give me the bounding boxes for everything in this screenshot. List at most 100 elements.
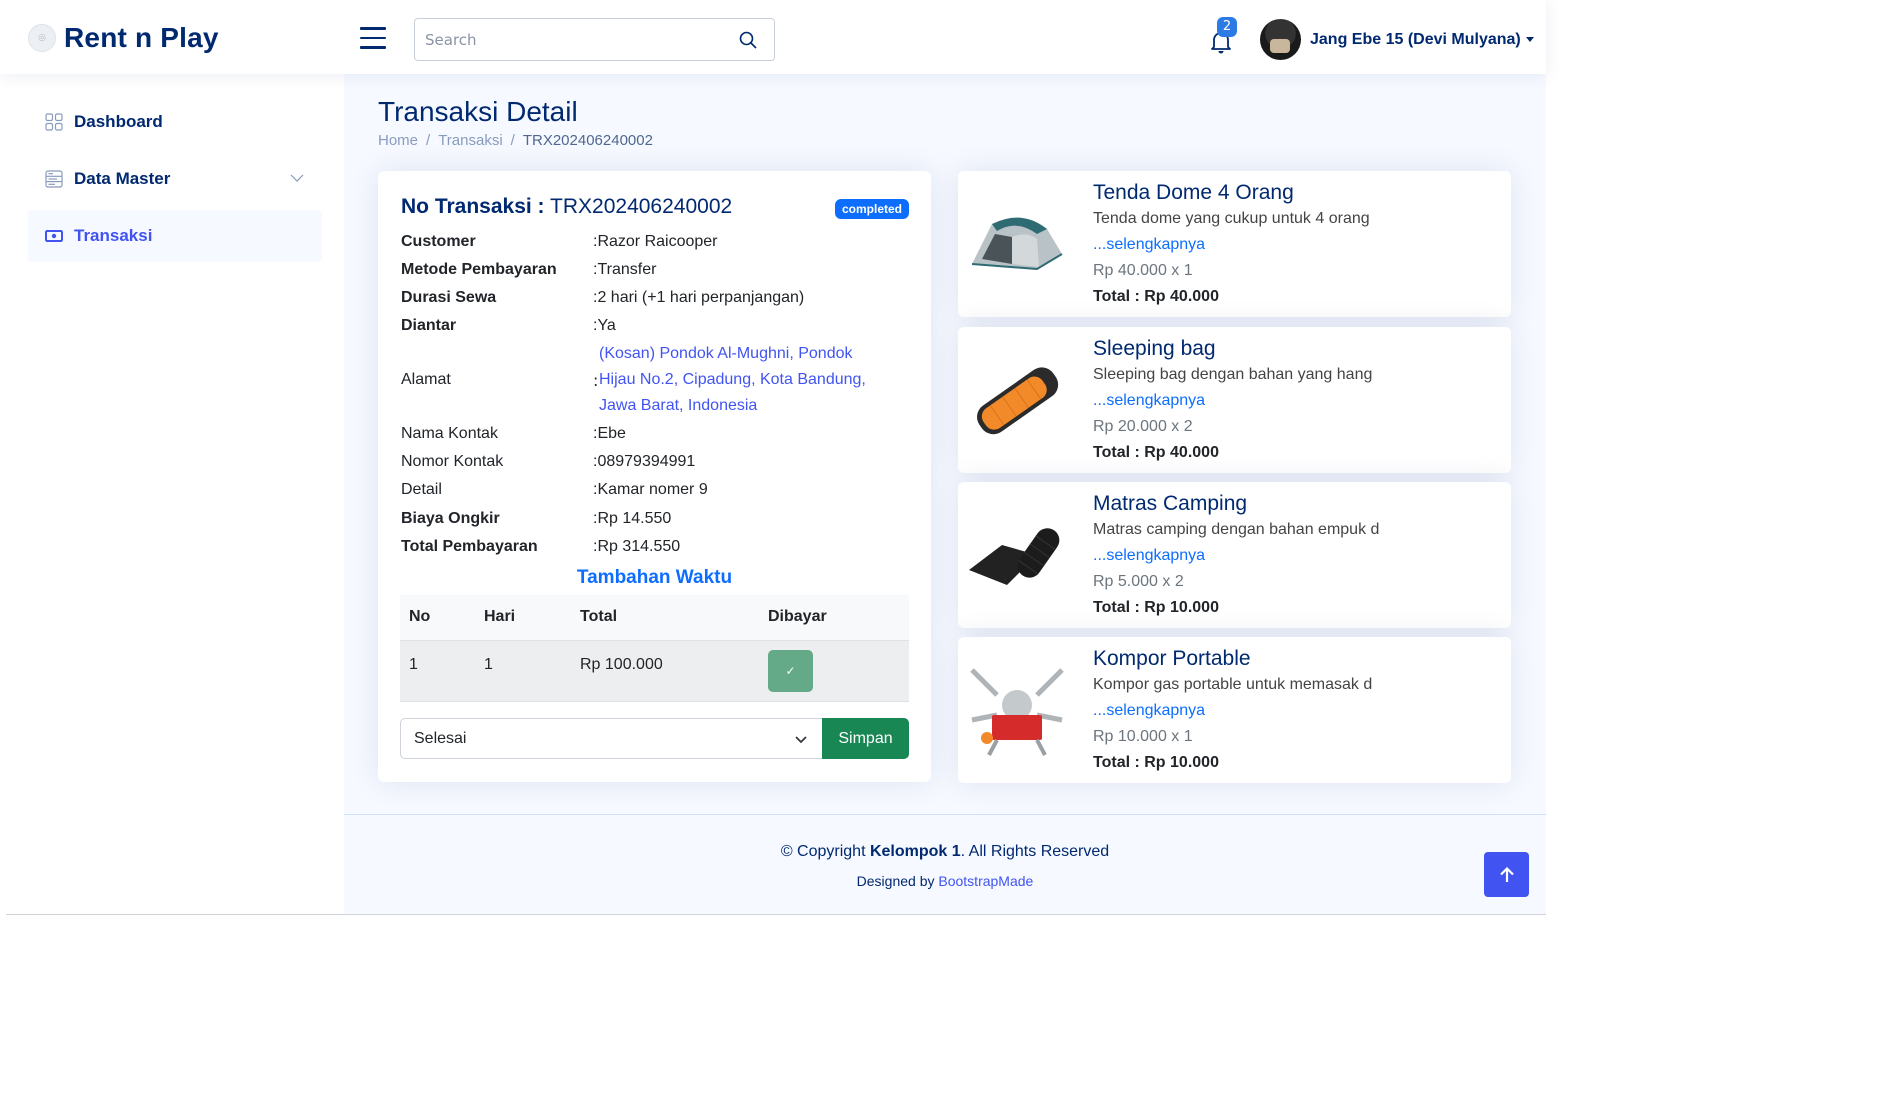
item-description: Matras camping dengan bahan empuk d — [1093, 521, 1380, 538]
transaction-number-value: TRX202406240002 — [550, 195, 733, 218]
item-price: Rp 20.000 x 2 — [1093, 418, 1193, 435]
column-header: Total — [571, 595, 759, 641]
sidebar-item-label: Transaksi — [74, 226, 153, 245]
sidebar: Dashboard Data Master Transaksi — [6, 74, 344, 914]
sidebar-item-transaksi[interactable]: Transaksi — [28, 210, 322, 262]
copyright-owner: Kelompok 1 — [869, 843, 961, 860]
hamburger-menu-icon[interactable] — [360, 27, 386, 49]
search-icon[interactable] — [738, 30, 758, 50]
item-card: Tenda Dome 4 Orang Tenda dome yang cukup… — [958, 171, 1511, 317]
field-label: Detail — [401, 481, 442, 498]
item-total: Total : Rp 10.000 — [1093, 754, 1219, 771]
breadcrumb: Home / Transaksi / TRX202406240002 — [378, 132, 653, 149]
chevron-down-icon — [795, 736, 807, 744]
check-icon: ✓ — [785, 663, 796, 678]
table-row: 1 1 Rp 100.000 ✓ — [400, 640, 909, 702]
status-select-value: Selesai — [414, 729, 467, 747]
read-more-link[interactable]: ...selengkapnya — [1093, 236, 1205, 254]
field-label: Diantar — [401, 317, 457, 334]
back-to-top-button[interactable] — [1484, 852, 1529, 897]
item-card: Sleeping bag Sleeping bag dengan bahan y… — [958, 327, 1511, 473]
app-title: Rent n Play — [64, 22, 219, 53]
read-more-link[interactable]: ...selengkapnya — [1093, 392, 1205, 410]
item-description: Kompor gas portable untuk memasak d — [1093, 676, 1373, 693]
transaction-number-label: No Transaksi : — [401, 195, 545, 218]
field-label: Metode Pembayaran — [401, 261, 557, 278]
avatar — [1260, 19, 1301, 60]
bootstrapmade-link[interactable]: BootstrapMade — [938, 873, 1033, 889]
item-name: Matras Camping — [1093, 492, 1248, 515]
item-name: Sleeping bag — [1093, 337, 1216, 360]
field-value: :Rp 14.550 — [593, 510, 672, 527]
field-value: :08979394991 — [593, 453, 696, 470]
read-more-link[interactable]: ...selengkapnya — [1093, 702, 1205, 720]
item-card: Kompor Portable Kompor gas portable untu… — [958, 637, 1511, 783]
field-value: :Kamar nomer 9 — [593, 481, 708, 498]
item-total: Total : Rp 40.000 — [1093, 288, 1219, 305]
item-card: Matras Camping Matras camping dengan bah… — [958, 482, 1511, 628]
address-colon: : — [593, 371, 599, 390]
field-value: :Ebe — [593, 425, 626, 442]
item-name: Tenda Dome 4 Orang — [1093, 181, 1294, 204]
field-value: :Ya — [593, 317, 616, 334]
field-value: :Razor Raicooper — [593, 233, 718, 250]
item-price: Rp 40.000 x 1 — [1093, 262, 1193, 279]
field-value: :2 hari (+1 hari perpanjangan) — [593, 289, 805, 306]
cell-dibayar: ✓ — [759, 640, 909, 702]
sidebar-item-label: Data Master — [74, 169, 171, 188]
field-label: Nama Kontak — [401, 425, 498, 442]
grid-icon — [45, 113, 63, 131]
status-select[interactable]: Selesai — [400, 718, 823, 759]
table-header-row: No Hari Total Dibayar — [400, 595, 909, 641]
sidebar-item-label: Dashboard — [74, 112, 163, 131]
field-value: :Rp 314.550 — [593, 538, 681, 555]
caret-down-icon — [1525, 37, 1534, 42]
item-total: Total : Rp 10.000 — [1093, 599, 1219, 616]
field-label: Durasi Sewa — [401, 289, 497, 306]
breadcrumb-transaksi[interactable]: Transaksi — [438, 132, 502, 149]
save-button[interactable]: Simpan — [822, 718, 909, 759]
notification-badge: 2 — [1217, 17, 1237, 37]
sidebar-item-data-master[interactable]: Data Master — [28, 153, 322, 205]
read-more-link[interactable]: ...selengkapnya — [1093, 547, 1205, 565]
field-label: Nomor Kontak — [401, 453, 504, 470]
cell-hari: 1 — [475, 640, 571, 702]
profile-dropdown[interactable]: Jang Ebe 15 (Devi Mulyana) — [1260, 19, 1534, 60]
address-line: Hijau No.2, Cipadung, Kota Bandung, — [599, 371, 866, 388]
paid-check-button[interactable]: ✓ — [768, 649, 813, 692]
mat-image — [962, 500, 1072, 610]
extension-title: Tambahan Waktu — [576, 567, 733, 588]
breadcrumb-home[interactable]: Home — [378, 132, 418, 149]
profile-name: Jang Ebe 15 (Devi Mulyana) — [1310, 30, 1521, 48]
item-name: Kompor Portable — [1093, 647, 1251, 670]
logo[interactable]: ◎ Rent n Play — [28, 22, 219, 54]
sidebar-item-dashboard[interactable]: Dashboard — [28, 96, 322, 148]
cash-icon — [45, 230, 63, 242]
breadcrumb-current: TRX202406240002 — [522, 132, 653, 149]
top-header: ◎ Rent n Play 2 Jang Ebe 15 (Devi Mulyan… — [0, 0, 1546, 74]
item-price: Rp 10.000 x 1 — [1093, 728, 1193, 745]
item-description: Tenda dome yang cukup untuk 4 orang — [1093, 210, 1370, 227]
item-price: Rp 5.000 x 2 — [1093, 573, 1184, 590]
logo-icon: ◎ — [28, 24, 56, 52]
page-title: Transaksi Detail — [378, 96, 578, 127]
field-value: :Transfer — [593, 261, 657, 278]
column-header: No — [400, 595, 475, 641]
cell-no: 1 — [400, 640, 475, 702]
field-label: Customer — [401, 233, 476, 250]
transaction-detail-card: No Transaksi : TRX202406240002 completed… — [378, 171, 931, 782]
column-header: Dibayar — [759, 595, 909, 641]
item-description: Sleeping bag dengan bahan yang hang — [1093, 366, 1373, 383]
cell-total: Rp 100.000 — [571, 640, 759, 702]
menu-list-icon — [45, 170, 63, 188]
designed-prefix: Designed by — [856, 873, 939, 889]
search-input[interactable] — [415, 19, 715, 60]
field-label: Biaya Ongkir — [401, 510, 500, 527]
field-label: Total Pembayaran — [401, 538, 538, 555]
footer: © Copyright Kelompok 1. All Rights Reser… — [344, 814, 1546, 914]
address-line: Jawa Barat, Indonesia — [599, 397, 758, 414]
column-header: Hari — [475, 595, 571, 641]
search-bar — [414, 18, 775, 61]
chevron-down-icon[interactable] — [290, 171, 304, 185]
status-badge: completed — [834, 199, 909, 219]
